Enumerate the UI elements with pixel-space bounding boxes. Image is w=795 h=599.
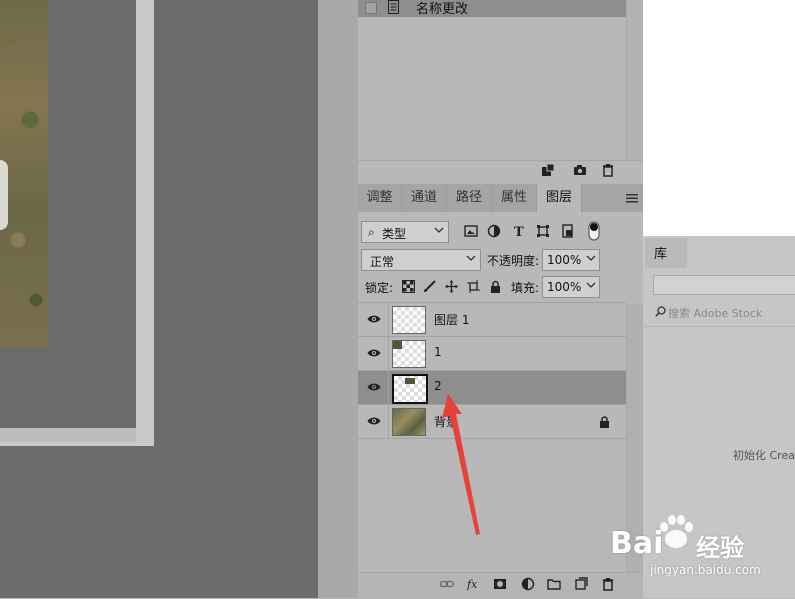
blank-area [643,0,795,236]
panel-menu-icon[interactable] [626,194,638,203]
layer-thumbnail[interactable] [392,408,426,436]
layer-row[interactable]: 背景 [358,405,626,439]
filter-toggle-icon[interactable] [588,221,600,241]
filter-kind-value: 类型 [382,227,407,241]
opacity-field[interactable]: 100% [542,249,600,271]
filter-adjustment-icon[interactable] [487,224,501,238]
layer-name: 1 [434,345,442,359]
history-item-label: 名称更改 [416,2,469,17]
visibility-column-divider [388,303,389,336]
layer-thumbnail[interactable] [392,306,426,334]
new-group-folder-icon[interactable] [547,577,561,591]
add-mask-icon[interactable] [493,577,507,591]
tab-layers[interactable]: 图层 [537,184,582,212]
layer-row-selected[interactable]: 2 [358,371,626,405]
layer-thumbnail[interactable] [392,374,428,404]
layer-thumbnail[interactable] [392,340,426,368]
filter-shape-icon[interactable] [536,224,550,238]
chevron-down-icon [434,227,444,233]
history-panel: 名称更改 [358,0,644,184]
opacity-value: 100% [547,253,582,267]
new-document-from-state-icon[interactable] [541,163,555,177]
blend-mode-value: 正常 [370,255,395,269]
visibility-eye-icon[interactable] [367,348,381,358]
lock-all-icon[interactable] [489,280,502,293]
opacity-label: 不透明度: [487,254,540,268]
new-layer-icon[interactable] [574,577,588,591]
visibility-eye-icon[interactable] [367,314,381,324]
chevron-down-icon [466,255,476,261]
fill-field[interactable]: 100% [542,276,600,298]
visibility-eye-icon[interactable] [367,382,381,392]
document-icon [388,0,399,14]
layer-row[interactable]: 图层 1 [358,303,626,337]
filter-search-icon: ⌕ [368,225,375,239]
lock-position-move-icon[interactable] [445,280,458,293]
document-frame [0,0,154,446]
canvas-area[interactable] [0,0,318,598]
new-adjustment-layer-icon[interactable] [521,577,535,591]
lock-label: 锁定: [365,281,394,295]
link-layers-icon[interactable] [440,577,454,591]
lock-transparent-pixels-icon[interactable] [402,280,415,293]
filter-smart-object-icon[interactable] [561,224,575,238]
watermark-brand: Bai [610,526,664,561]
thumbnail-content [405,378,415,384]
document-canvas[interactable] [0,0,136,428]
fill-value: 100% [547,280,582,294]
filter-kind-select[interactable]: ⌕ 类型 [361,221,449,243]
layer-name: 图层 1 [434,313,470,327]
document-scrollbar[interactable] [0,428,136,442]
delete-layer-trash-icon[interactable] [601,577,615,591]
layer-row[interactable]: 1 [358,337,626,371]
svg-text:fx: fx [467,578,478,591]
history-scrollbar[interactable] [626,0,644,160]
tab-libraries-label: 库 [654,247,668,262]
lock-artboard-icon[interactable] [467,280,480,293]
fill-label: 填充: [511,281,540,295]
search-icon [655,306,666,317]
library-select[interactable] [653,275,795,295]
visibility-column-divider [388,371,389,404]
trash-icon[interactable] [601,163,615,177]
svg-text:T: T [514,225,524,238]
history-brush-source-checkbox[interactable] [365,2,377,14]
visibility-eye-icon[interactable] [367,416,381,426]
library-divider [645,326,795,327]
chevron-down-icon [586,282,596,288]
filter-pixel-icon[interactable] [464,224,478,238]
photo-trunk [0,160,8,230]
camera-icon[interactable] [573,163,587,177]
watermark-brand-suffix: 经验 [696,534,744,562]
panel-dock-strip [318,0,358,598]
library-search-input[interactable]: 搜索 Adobe Stock [668,305,762,321]
layer-style-fx-icon[interactable]: fx [467,577,481,591]
tab-properties[interactable]: 属性 [492,184,537,212]
library-status-text: 初始化 Crea [733,449,795,462]
red-arrow-annotation [442,394,480,535]
filter-type-icon[interactable]: T [512,224,526,238]
visibility-column-divider [388,405,389,438]
tab-channels[interactable]: 通道 [402,184,447,212]
layer-lock-icon [600,416,609,428]
chevron-down-icon [586,255,596,261]
tab-adjustments[interactable]: 调整 [358,184,402,212]
panel-tab-bar: 调整 通道 路径 属性 图层 [358,184,643,212]
visibility-column-divider [388,337,389,370]
thumbnail-content [393,341,402,349]
history-item[interactable]: 名称更改 [358,0,626,17]
blend-mode-select[interactable]: 正常 [361,249,481,271]
lock-image-pixels-brush-icon[interactable] [423,280,436,293]
watermark-url: jingyan.baidu.com [650,563,761,577]
tab-paths[interactable]: 路径 [447,184,492,212]
